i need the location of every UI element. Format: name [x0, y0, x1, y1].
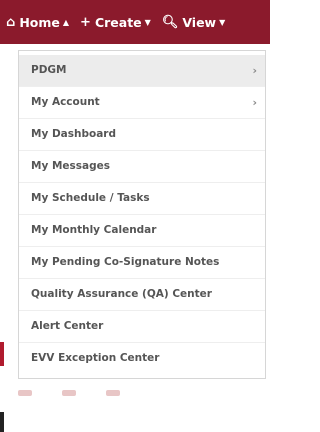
menu-item-qa-center[interactable]: Quality Assurance (QA) Center — [19, 279, 265, 311]
home-dropdown-menu: PDGM › My Account › My Dashboard My Mess… — [18, 50, 266, 379]
caret-down-icon: ▼ — [144, 17, 151, 27]
chevron-right-icon: › — [252, 96, 257, 109]
top-navbar: ⌂ Home ▲ + Create ▼ 🔍︎ View ▼ — [0, 0, 270, 44]
nav-view[interactable]: 🔍︎ View ▼ — [162, 15, 225, 30]
chevron-right-icon: › — [252, 64, 257, 77]
menu-item-label: My Schedule / Tasks — [31, 192, 150, 204]
menu-item-label: EVV Exception Center — [31, 352, 160, 364]
plus-icon: + — [80, 14, 91, 30]
menu-item-alert-center[interactable]: Alert Center — [19, 311, 265, 343]
menu-item-label: Quality Assurance (QA) Center — [31, 288, 212, 300]
background-fragment — [106, 390, 120, 396]
background-edge-mark — [0, 342, 4, 366]
home-icon: ⌂ — [6, 14, 16, 30]
menu-item-label: My Messages — [31, 160, 110, 172]
menu-item-my-pending-co-signature-notes[interactable]: My Pending Co-Signature Notes — [19, 247, 265, 279]
background-edge-mark — [0, 412, 4, 432]
menu-item-my-messages[interactable]: My Messages — [19, 151, 265, 183]
background-fragment — [62, 390, 76, 396]
background-page-edge — [0, 44, 12, 432]
menu-item-label: My Pending Co-Signature Notes — [31, 256, 220, 268]
menu-item-label: PDGM — [31, 64, 67, 76]
menu-item-label: My Monthly Calendar — [31, 224, 157, 236]
nav-home-label: Home — [19, 14, 60, 30]
caret-down-icon: ▼ — [219, 17, 226, 27]
caret-up-icon: ▲ — [62, 17, 70, 27]
menu-item-my-monthly-calendar[interactable]: My Monthly Calendar — [19, 215, 265, 247]
menu-item-label: My Account — [31, 96, 100, 108]
menu-item-pdgm[interactable]: PDGM › — [19, 55, 265, 87]
nav-create[interactable]: + Create ▼ — [80, 15, 151, 30]
menu-item-my-account[interactable]: My Account › — [19, 87, 265, 119]
nav-view-label: View — [182, 14, 217, 30]
search-icon: 🔍︎ — [161, 14, 179, 30]
nav-home[interactable]: ⌂ Home ▲ — [6, 15, 69, 30]
menu-item-my-schedule-tasks[interactable]: My Schedule / Tasks — [19, 183, 265, 215]
menu-item-label: My Dashboard — [31, 128, 116, 140]
menu-item-label: Alert Center — [31, 320, 104, 332]
menu-item-my-dashboard[interactable]: My Dashboard — [19, 119, 265, 151]
background-content-strip — [18, 390, 266, 396]
background-fragment — [18, 390, 32, 396]
nav-create-label: Create — [94, 14, 142, 30]
menu-item-evv-exception-center[interactable]: EVV Exception Center — [19, 343, 265, 374]
